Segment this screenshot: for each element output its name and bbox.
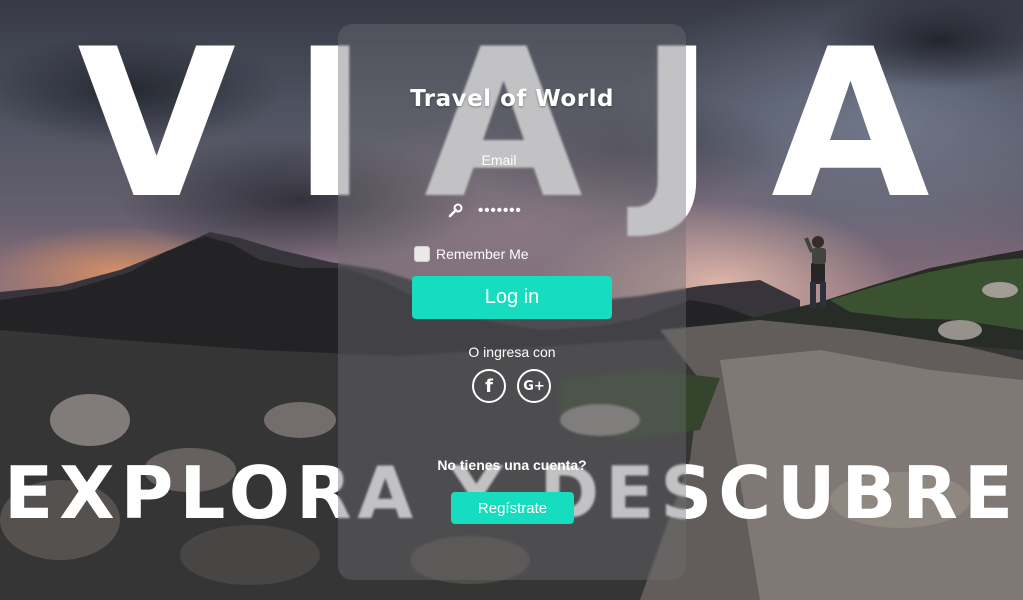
remember-me[interactable]: Remember Me (414, 245, 529, 263)
signup-button[interactable]: Regístrate (451, 492, 574, 524)
facebook-icon[interactable]: f (472, 369, 506, 403)
signup-prompt: No tienes una cuenta? (437, 457, 587, 473)
password-field[interactable] (470, 198, 580, 222)
login-button[interactable]: Log in (412, 276, 612, 319)
google-plus-glyph: G+ (523, 378, 545, 394)
google-plus-icon[interactable]: G+ (517, 369, 551, 403)
email-label: Email (481, 152, 517, 168)
login-title: Travel of World (410, 86, 614, 112)
email-field[interactable] (420, 170, 610, 192)
alt-login-text: O ingresa con (468, 344, 556, 360)
facebook-glyph: f (485, 375, 493, 397)
remember-checkbox[interactable] (414, 246, 430, 262)
remember-label: Remember Me (436, 246, 529, 262)
lock-icon (448, 203, 463, 218)
